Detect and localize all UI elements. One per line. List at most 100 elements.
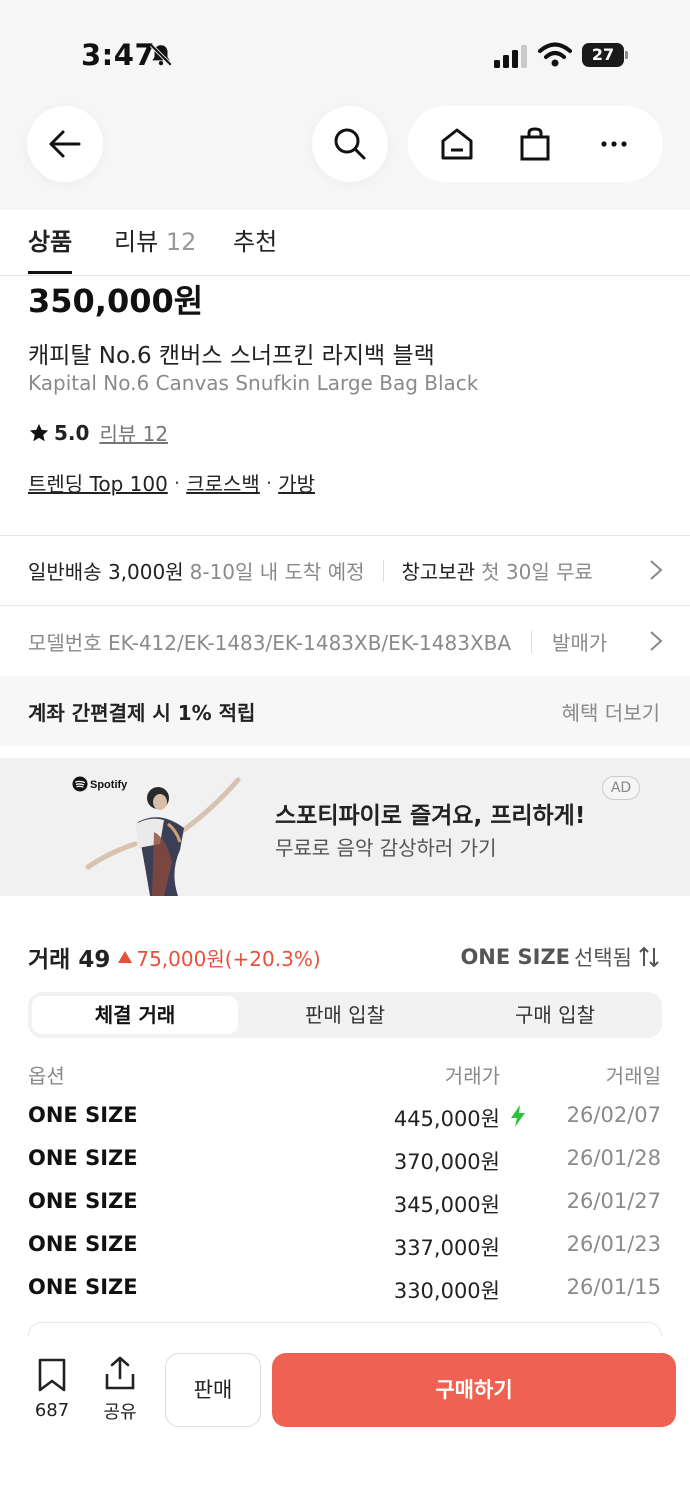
trade-price: 337,000원 — [393, 1236, 500, 1260]
cellular-signal-icon — [494, 45, 527, 68]
trade-date: 26/01/23 — [566, 1232, 661, 1256]
category-link-bag[interactable]: 가방 — [278, 468, 315, 497]
separator — [382, 559, 384, 582]
category-link-trending[interactable]: 트렌딩 Top 100 — [28, 468, 168, 497]
tab-recommend[interactable]: 추천 — [233, 222, 277, 257]
category-links: 트렌딩 Top 100 · 크로스백 · 가방 — [28, 468, 315, 497]
ad-badge: AD — [602, 776, 640, 800]
product-price: 350,000원 — [28, 282, 204, 320]
model-number: 모델번호 EK-412/EK-1483/EK-1483XB/EK-1483XBA — [28, 631, 512, 655]
bottom-action-bar: 687 공유 판매 구매하기 — [0, 1336, 690, 1500]
trade-price: 345,000원 — [393, 1193, 500, 1217]
share-button[interactable]: 공유 — [100, 1356, 140, 1424]
category-separator: · — [265, 470, 273, 495]
trade-option: ONE SIZE — [28, 1275, 138, 1299]
review-link[interactable]: 리뷰 12 — [99, 418, 168, 447]
status-bar: 3:47 27 — [0, 0, 690, 100]
bookmark-icon — [38, 1358, 66, 1392]
divider — [0, 605, 690, 606]
share-icon — [105, 1356, 135, 1390]
segment-sell-bids[interactable]: 판매 입찰 — [242, 996, 448, 1034]
column-price: 거래가 — [444, 1064, 500, 1088]
selected-size-suffix: 선택됨 — [574, 946, 632, 970]
arrow-left-icon — [49, 130, 81, 158]
product-tabs: 상품 리뷰 12 추천 — [0, 210, 690, 276]
active-tab-indicator — [28, 271, 72, 274]
release-price-label: 발매가 — [552, 631, 608, 655]
home-icon[interactable] — [439, 126, 475, 162]
trade-row: ONE SIZE 337,000원 26/01/23 — [0, 1226, 690, 1266]
tab-label: 상품 — [28, 228, 73, 256]
trade-price: 330,000원 — [393, 1279, 500, 1303]
shipping-eta: 8-10일 내 도착 예정 — [189, 560, 365, 584]
tab-product[interactable]: 상품 — [28, 222, 72, 257]
back-button[interactable] — [27, 106, 103, 182]
status-time: 3:47 — [81, 38, 156, 72]
product-name-ko: 캐피탈 No.6 캔버스 스너프킨 라지백 블랙 — [28, 343, 435, 369]
trade-date: 26/01/15 — [566, 1275, 661, 1299]
price-change: 75,000원(+20.3%) — [136, 946, 321, 971]
divider — [0, 535, 690, 536]
sort-arrows-icon — [639, 946, 659, 968]
more-icon[interactable] — [596, 126, 632, 162]
benefit-more-link[interactable]: 혜택 더보기 — [562, 697, 660, 726]
segment-buy-bids[interactable]: 구매 입찰 — [452, 996, 658, 1034]
sell-button[interactable]: 판매 — [165, 1353, 261, 1427]
price-up-icon — [118, 951, 133, 963]
chevron-right-icon[interactable] — [649, 630, 663, 652]
model-info: 모델번호 EK-412/EK-1483/EK-1483XB/EK-1483XBA… — [28, 627, 608, 656]
bookmark-count: 687 — [34, 1400, 70, 1421]
search-button[interactable] — [312, 106, 388, 182]
battery-level: 27 — [582, 43, 624, 67]
trade-price: 445,000원 — [393, 1107, 500, 1131]
shopping-bag-icon[interactable] — [517, 126, 553, 162]
header-actions — [408, 106, 663, 182]
bookmark-button[interactable]: 687 — [33, 1358, 71, 1421]
shipping-info[interactable]: 일반배송 3,000원 8-10일 내 도착 예정 창고보관 첫 30일 무료 — [28, 556, 593, 585]
bell-muted-icon — [149, 43, 173, 67]
segment-executed-trades[interactable]: 체결 거래 — [32, 996, 238, 1034]
trade-row: ONE SIZE 370,000원 26/01/28 — [0, 1140, 690, 1180]
category-link-crossbag[interactable]: 크로스백 — [186, 468, 260, 497]
ad-banner[interactable]: Spotify 스포티파이로 즐겨요, 프리하게! 무료로 음악 감상하러 가기… — [0, 758, 690, 896]
trade-option: ONE SIZE — [28, 1103, 138, 1127]
category-separator: · — [173, 470, 181, 495]
separator — [531, 630, 533, 653]
column-option: 옵션 — [28, 1064, 65, 1088]
trade-option: ONE SIZE — [28, 1146, 138, 1170]
rating-score: 5.0 — [54, 420, 90, 445]
shipping-type: 일반배송 3,000원 — [28, 560, 184, 584]
storage-note: 첫 30일 무료 — [481, 560, 593, 584]
trade-date: 26/02/07 — [566, 1103, 661, 1127]
trade-summary: 거래 49 75,000원(+20.3%) — [28, 940, 321, 974]
wifi-icon — [538, 42, 572, 67]
battery-indicator: 27 — [582, 43, 628, 67]
selected-size: ONE SIZE — [460, 945, 571, 969]
chevron-right-icon[interactable] — [649, 559, 663, 581]
ad-title: 스포티파이로 즐겨요, 프리하게! — [275, 803, 586, 829]
product-name-en: Kapital No.6 Canvas Snufkin Large Bag Bl… — [28, 371, 479, 395]
search-icon — [334, 128, 366, 160]
rating: 5.0 리뷰 12 — [28, 418, 168, 447]
storage-label: 창고보관 — [401, 560, 476, 584]
payment-benefit-banner[interactable]: 계좌 간편결제 시 1% 적립 혜택 더보기 — [0, 676, 690, 746]
tab-label: 리뷰 — [114, 228, 159, 256]
battery-cap — [625, 51, 628, 59]
tab-label: 추천 — [233, 228, 278, 256]
trade-row: ONE SIZE 330,000원 26/01/15 — [0, 1269, 690, 1309]
lightning-bolt-icon — [511, 1105, 525, 1127]
column-date: 거래일 — [605, 1064, 661, 1088]
trade-price: 370,000원 — [393, 1150, 500, 1174]
tab-review[interactable]: 리뷰 12 — [114, 222, 196, 257]
tab-count: 12 — [165, 228, 197, 256]
ad-subtitle: 무료로 음악 감상하러 가기 — [275, 836, 497, 860]
size-selector[interactable]: ONE SIZE 선택됨 — [460, 942, 660, 972]
trade-row: ONE SIZE 445,000원 26/02/07 — [0, 1097, 690, 1137]
trade-date: 26/01/27 — [566, 1189, 661, 1213]
trade-count: 거래 49 — [28, 947, 111, 973]
share-label: 공유 — [103, 1402, 137, 1423]
ad-dancer-image — [85, 777, 241, 896]
trade-type-segmented-control: 체결 거래 판매 입찰 구매 입찰 — [28, 992, 662, 1038]
trade-row: ONE SIZE 345,000원 26/01/27 — [0, 1183, 690, 1223]
buy-button[interactable]: 구매하기 — [272, 1353, 676, 1427]
